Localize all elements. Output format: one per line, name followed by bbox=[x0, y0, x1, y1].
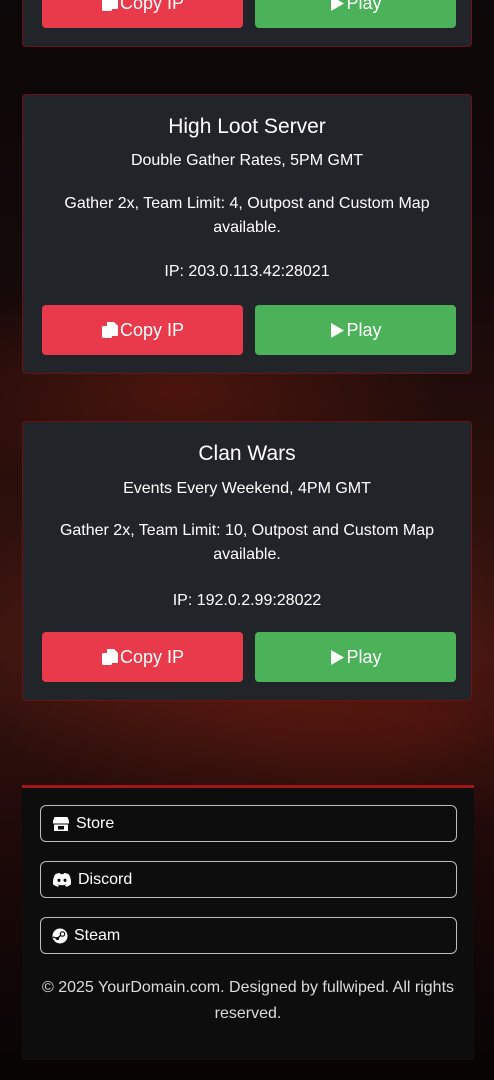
copy-icon bbox=[101, 0, 118, 11]
play-icon bbox=[331, 0, 345, 11]
server-subtitle: Double Gather Rates, 5PM GMT bbox=[130, 152, 364, 169]
store-icon bbox=[53, 816, 69, 831]
copy-icon bbox=[101, 322, 118, 338]
discord-label: Discord bbox=[78, 870, 133, 888]
play-label: Play bbox=[346, 0, 382, 13]
play-button[interactable]: Play bbox=[255, 305, 456, 355]
server-description: Gather 2x, Team Limit: 10, Outpost and C… bbox=[59, 522, 435, 563]
footer: Store Discord Steam © 2025 YourDomain.co… bbox=[22, 785, 474, 1060]
play-icon bbox=[331, 322, 345, 338]
discord-link[interactable]: Discord bbox=[40, 861, 457, 898]
steam-icon bbox=[52, 928, 68, 943]
copy-icon bbox=[101, 649, 118, 665]
copy-ip-label: Copy IP bbox=[119, 319, 185, 340]
store-label: Store bbox=[76, 814, 115, 832]
server-name: Clan Wars bbox=[198, 442, 296, 465]
server-ip: IP: 192.0.2.99:28022 bbox=[172, 592, 322, 609]
store-link[interactable]: Store bbox=[40, 805, 457, 842]
discord-icon bbox=[52, 872, 72, 887]
server-subtitle: Events Every Weekend, 4PM GMT bbox=[123, 480, 371, 497]
steam-label: Steam bbox=[74, 926, 121, 944]
server-card: High Loot Server Double Gather Rates, 5P… bbox=[22, 94, 472, 374]
steam-link[interactable]: Steam bbox=[40, 917, 457, 954]
play-label: Play bbox=[346, 646, 382, 667]
server-ip: IP: 203.0.113.42:28021 bbox=[164, 263, 330, 280]
server-card-partial: Copy IP Play bbox=[22, 0, 472, 47]
play-button[interactable]: Play bbox=[255, 632, 456, 682]
copy-ip-label: Copy IP bbox=[119, 646, 185, 667]
server-description: Gather 2x, Team Limit: 4, Outpost and Cu… bbox=[64, 195, 430, 236]
copyright-text: © 2025 YourDomain.com. Designed by fullw… bbox=[42, 979, 455, 1022]
play-label: Play bbox=[346, 319, 382, 340]
copy-ip-button[interactable]: Copy IP bbox=[42, 0, 243, 28]
server-name: High Loot Server bbox=[168, 115, 326, 138]
server-card: Clan Wars Events Every Weekend, 4PM GMT … bbox=[22, 421, 472, 701]
copy-ip-button[interactable]: Copy IP bbox=[42, 632, 243, 682]
play-button[interactable]: Play bbox=[255, 0, 456, 28]
copy-ip-label: Copy IP bbox=[119, 0, 185, 13]
copy-ip-button[interactable]: Copy IP bbox=[42, 305, 243, 355]
play-icon bbox=[331, 649, 345, 665]
